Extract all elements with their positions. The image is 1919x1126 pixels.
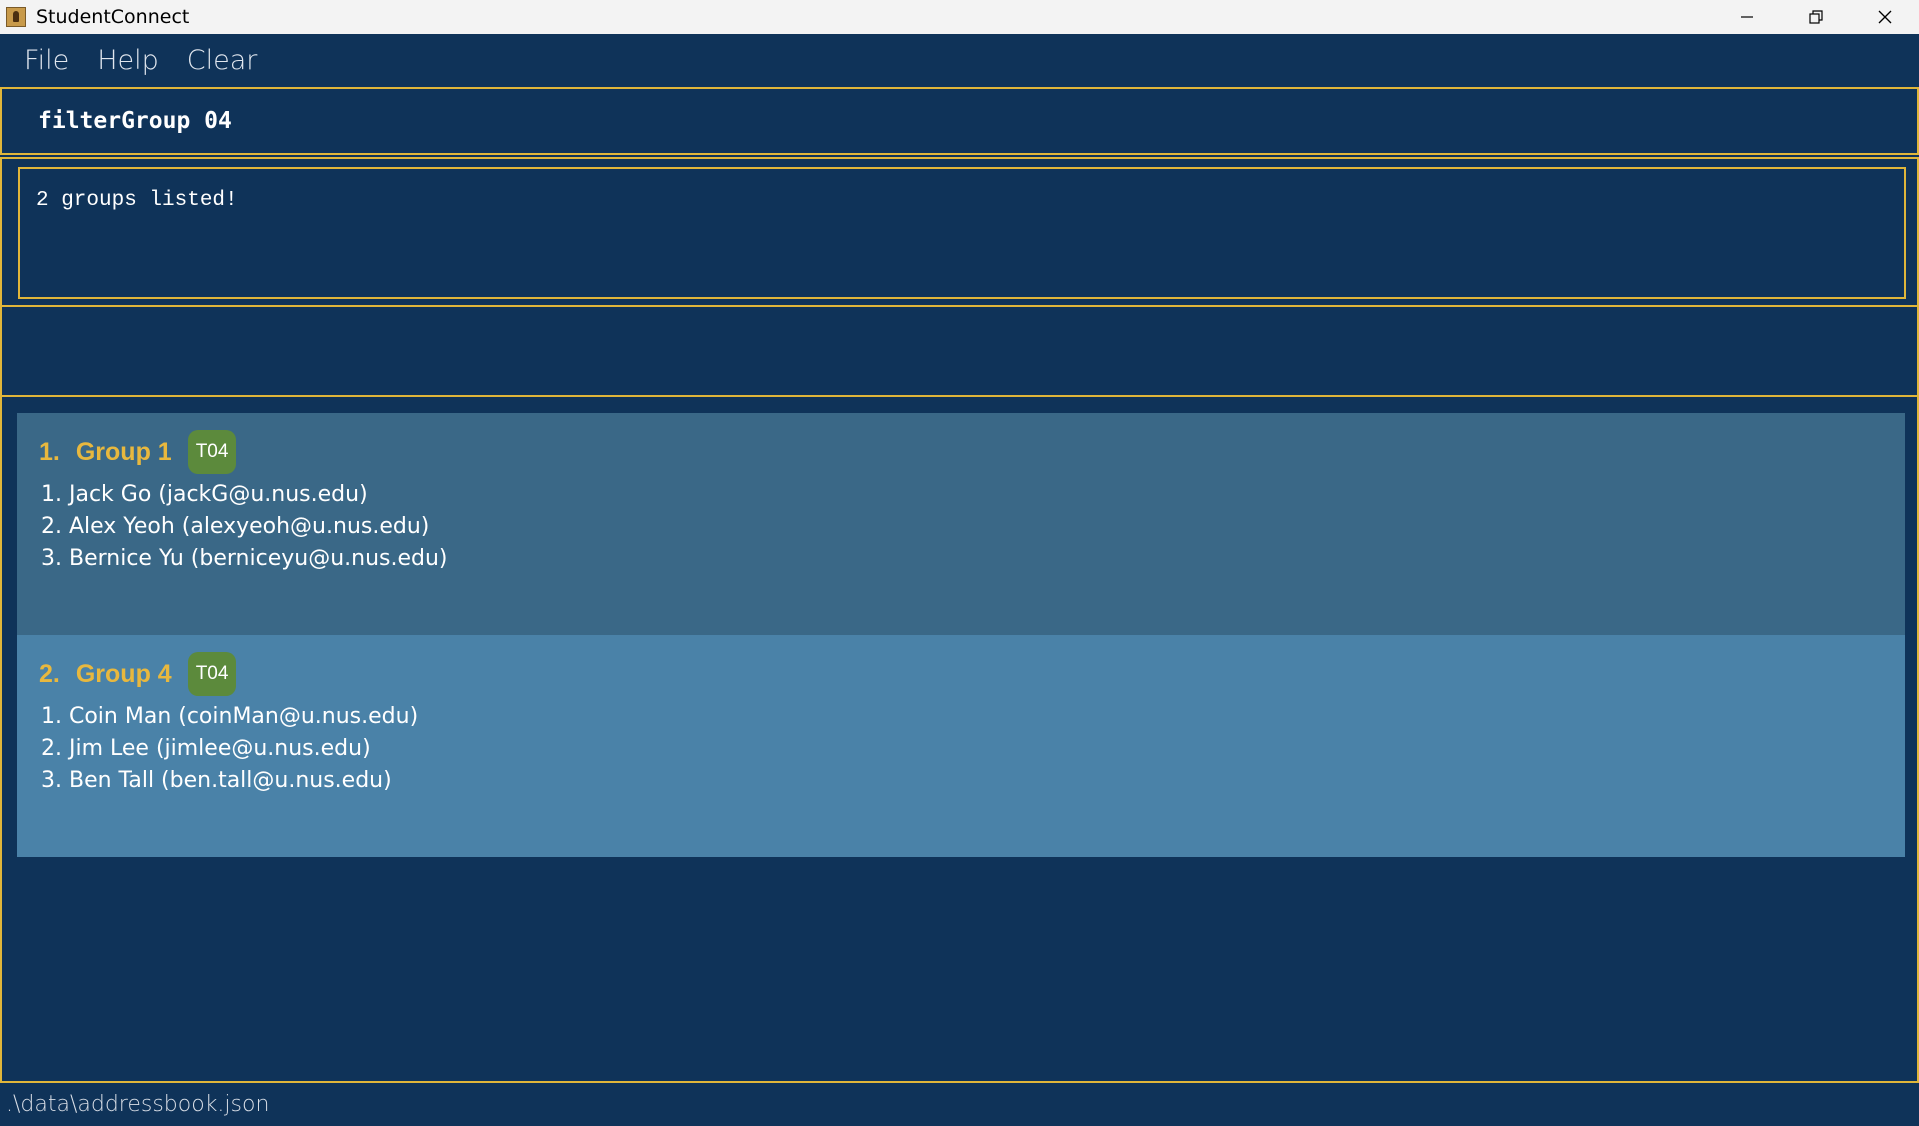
member-item: 2. Alex Yeoh (alexyeoh@u.nus.edu) bbox=[41, 514, 430, 539]
storage-path: .\data\addressbook.json bbox=[6, 1092, 270, 1117]
restore-icon bbox=[1808, 10, 1823, 24]
window-title: StudentConnect bbox=[36, 6, 190, 28]
app-icon bbox=[6, 7, 26, 27]
minimize-icon bbox=[1740, 16, 1753, 18]
member-item: 3. Ben Tall (ben.tall@u.nus.edu) bbox=[41, 768, 392, 793]
group-index: 2. bbox=[39, 659, 60, 688]
group-list-panel: 1. Group 1 T04 1. Jack Go (jackG@u.nus.e… bbox=[0, 395, 1919, 1083]
group-name: Group 4 bbox=[75, 659, 172, 688]
member-list: 1. Coin Man (coinMan@u.nus.edu) 2. Jim L… bbox=[39, 701, 1883, 797]
group-tag: T04 bbox=[187, 430, 237, 474]
group-index: 1. bbox=[39, 437, 60, 466]
member-item: 2. Jim Lee (jimlee@u.nus.edu) bbox=[41, 736, 371, 761]
minimize-button[interactable] bbox=[1712, 0, 1781, 34]
result-message: 2 groups listed! bbox=[36, 189, 238, 212]
result-display[interactable]: 2 groups listed! bbox=[18, 167, 1906, 299]
menu-file[interactable]: File bbox=[24, 45, 69, 76]
member-item: 1. Coin Man (coinMan@u.nus.edu) bbox=[41, 704, 419, 729]
group-header: 1. Group 1 T04 bbox=[39, 429, 1883, 475]
group-tag: T04 bbox=[187, 652, 237, 696]
command-box: filterGroup 04 bbox=[0, 87, 1919, 155]
empty-panel bbox=[0, 305, 1919, 397]
result-display-panel: 2 groups listed! bbox=[0, 157, 1919, 307]
menu-clear[interactable]: Clear bbox=[187, 45, 258, 76]
group-header: 2. Group 4 T04 bbox=[39, 651, 1883, 697]
menu-help[interactable]: Help bbox=[97, 45, 159, 76]
status-bar: .\data\addressbook.json bbox=[0, 1083, 1919, 1126]
member-item: 1. Jack Go (jackG@u.nus.edu) bbox=[41, 482, 368, 507]
close-button[interactable] bbox=[1850, 0, 1919, 34]
menu-bar: File Help Clear bbox=[0, 34, 1919, 87]
member-item: 3. Bernice Yu (berniceyu@u.nus.edu) bbox=[41, 546, 448, 571]
group-card[interactable]: 1. Group 1 T04 1. Jack Go (jackG@u.nus.e… bbox=[17, 413, 1905, 635]
window-controls bbox=[1712, 0, 1919, 34]
close-icon bbox=[1878, 10, 1891, 24]
group-card[interactable]: 2. Group 4 T04 1. Coin Man (coinMan@u.nu… bbox=[17, 635, 1905, 857]
group-name: Group 1 bbox=[75, 437, 172, 466]
restore-button[interactable] bbox=[1781, 0, 1850, 34]
member-list: 1. Jack Go (jackG@u.nus.edu) 2. Alex Yeo… bbox=[39, 479, 1883, 575]
title-bar: StudentConnect bbox=[0, 0, 1919, 34]
command-input[interactable]: filterGroup 04 bbox=[38, 108, 232, 134]
